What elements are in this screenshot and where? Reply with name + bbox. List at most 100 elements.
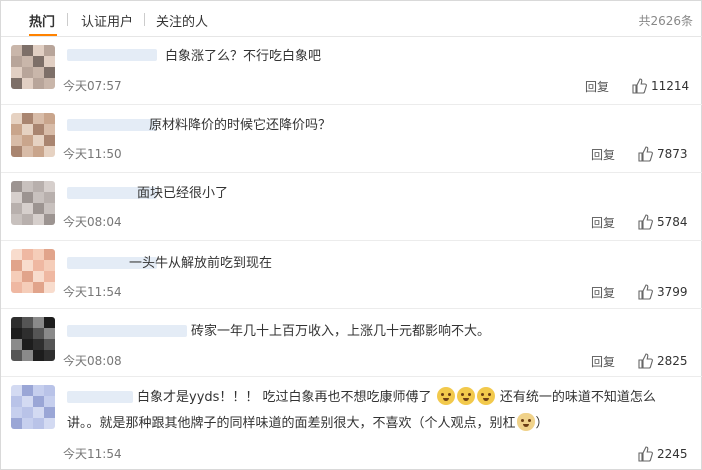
like-count: 5784 (657, 215, 688, 229)
like-count: 2245 (657, 447, 688, 461)
avatar-mosaic-cell (11, 282, 22, 293)
thumbs-up-icon (632, 78, 647, 94)
avatar[interactable] (11, 181, 55, 225)
avatar-mosaic-cell (22, 192, 33, 203)
avatar-mosaic-cell (22, 385, 33, 396)
avatar-mosaic-cell (33, 339, 44, 350)
avatar-mosaic-cell (11, 271, 22, 282)
avatar-mosaic-cell (33, 249, 44, 260)
thumbs-up-icon (638, 214, 653, 230)
avatar-mosaic-cell (11, 45, 22, 56)
avatar-mosaic-cell (11, 56, 22, 67)
active-tab-indicator (29, 34, 57, 36)
avatar-mosaic-cell (44, 249, 55, 260)
comment-total-count: 共2626条 (638, 14, 693, 28)
comment-time: 今天11:54 (63, 285, 122, 299)
avatar-mosaic-cell (44, 56, 55, 67)
reply-button[interactable]: 回复 (585, 78, 609, 95)
crying-emoji-icon (436, 387, 455, 405)
avatar[interactable] (11, 385, 55, 429)
avatar-mosaic-cell (44, 67, 55, 78)
avatar-mosaic-cell (11, 78, 22, 89)
tab-verified-users[interactable]: 认证用户 (81, 11, 133, 30)
comment-text: 白象才是yyds！！！ 吃过白象再也不想吃康师傅了 还有统一的味道不知道怎么 (137, 387, 677, 409)
avatar-mosaic-cell (33, 192, 44, 203)
tab-following[interactable]: 关注的人 (156, 11, 208, 30)
avatar-mosaic-cell (33, 113, 44, 124)
avatar-mosaic-cell (11, 350, 22, 361)
avatar[interactable] (11, 249, 55, 293)
comment-text-part: 讲。。就是那种跟其他牌子的同样味道的面差别很大，不喜欢（个人观点，别杠 (67, 416, 516, 431)
avatar-mosaic-cell (33, 396, 44, 407)
avatar-mosaic-cell (22, 45, 33, 56)
username-blurred[interactable] (67, 325, 187, 337)
avatar-mosaic-cell (33, 45, 44, 56)
comment-item: 白象涨了么？不行吃白象吧 今天07:57 回复 11214 (1, 37, 702, 105)
reply-button[interactable]: 回复 (591, 353, 615, 370)
like-count: 3799 (657, 285, 688, 299)
avatar-mosaic-cell (22, 56, 33, 67)
avatar-mosaic-cell (44, 282, 55, 293)
avatar-mosaic-cell (11, 260, 22, 271)
reply-button[interactable]: 回复 (591, 284, 615, 301)
avatar-mosaic-cell (33, 203, 44, 214)
avatar-mosaic-cell (44, 339, 55, 350)
avatar-mosaic-cell (44, 45, 55, 56)
avatar-mosaic-cell (33, 407, 44, 418)
tab-hot[interactable]: 热门 (29, 11, 55, 30)
comment-text-part: 白象才是yyds！！！ 吃过白象再也不想吃康师傅了 (137, 390, 432, 405)
avatar-mosaic-cell (22, 214, 33, 225)
reply-button[interactable]: 回复 (591, 214, 615, 231)
avatar-mosaic-cell (33, 214, 44, 225)
avatar-mosaic-cell (11, 328, 22, 339)
avatar-mosaic-cell (11, 407, 22, 418)
avatar-mosaic-cell (33, 317, 44, 328)
avatar-mosaic-cell (22, 396, 33, 407)
avatar-mosaic-cell (33, 385, 44, 396)
avatar-mosaic-cell (22, 328, 33, 339)
avatar-mosaic-cell (44, 271, 55, 282)
avatar-mosaic-cell (11, 214, 22, 225)
avatar[interactable] (11, 317, 55, 361)
tab-divider (67, 13, 68, 26)
username-blurred[interactable] (67, 391, 133, 403)
avatar-mosaic-cell (11, 418, 22, 429)
avatar-mosaic-cell (44, 78, 55, 89)
avatar[interactable] (11, 45, 55, 89)
avatar-mosaic-cell (22, 181, 33, 192)
avatar-mosaic-cell (22, 282, 33, 293)
comment-tabs: 热门 认证用户 关注的人 共2626条 (1, 1, 702, 37)
avatar-mosaic-cell (22, 260, 33, 271)
avatar-mosaic-cell (22, 271, 33, 282)
avatar-mosaic-cell (11, 396, 22, 407)
avatar-mosaic-cell (11, 192, 22, 203)
avatar-mosaic-cell (44, 317, 55, 328)
comment-panel: 热门 认证用户 关注的人 共2626条 白象涨了么？不行吃白象吧 今天07:57… (0, 0, 702, 470)
avatar-mosaic-cell (33, 56, 44, 67)
reply-button[interactable]: 回复 (591, 146, 615, 163)
avatar-mosaic-cell (44, 350, 55, 361)
like-count: 11214 (651, 79, 690, 93)
avatar-mosaic-cell (33, 67, 44, 78)
avatar-mosaic-cell (33, 181, 44, 192)
avatar-mosaic-cell (11, 146, 22, 157)
avatar-mosaic-cell (33, 282, 44, 293)
avatar-mosaic-cell (22, 78, 33, 89)
crying-emoji-icon (476, 387, 495, 405)
avatar-mosaic-cell (33, 350, 44, 361)
comment-text: 白象涨了么？不行吃白象吧 (165, 49, 322, 64)
avatar-mosaic-cell (44, 418, 55, 429)
avatar-mosaic-cell (44, 124, 55, 135)
comment-text: 面块已经很小了 (137, 186, 229, 201)
avatar-mosaic-cell (44, 181, 55, 192)
avatar-mosaic-cell (22, 407, 33, 418)
crying-emoji-icon (456, 387, 475, 405)
avatar-mosaic-cell (44, 113, 55, 124)
comment-text-part: 还有统一的味道不知道怎么 (499, 390, 656, 405)
avatar-mosaic-cell (44, 260, 55, 271)
avatar-mosaic-cell (33, 135, 44, 146)
username-blurred[interactable] (67, 49, 157, 61)
avatar[interactable] (11, 113, 55, 157)
username-blurred[interactable] (67, 119, 157, 131)
avatar-mosaic-cell (33, 260, 44, 271)
